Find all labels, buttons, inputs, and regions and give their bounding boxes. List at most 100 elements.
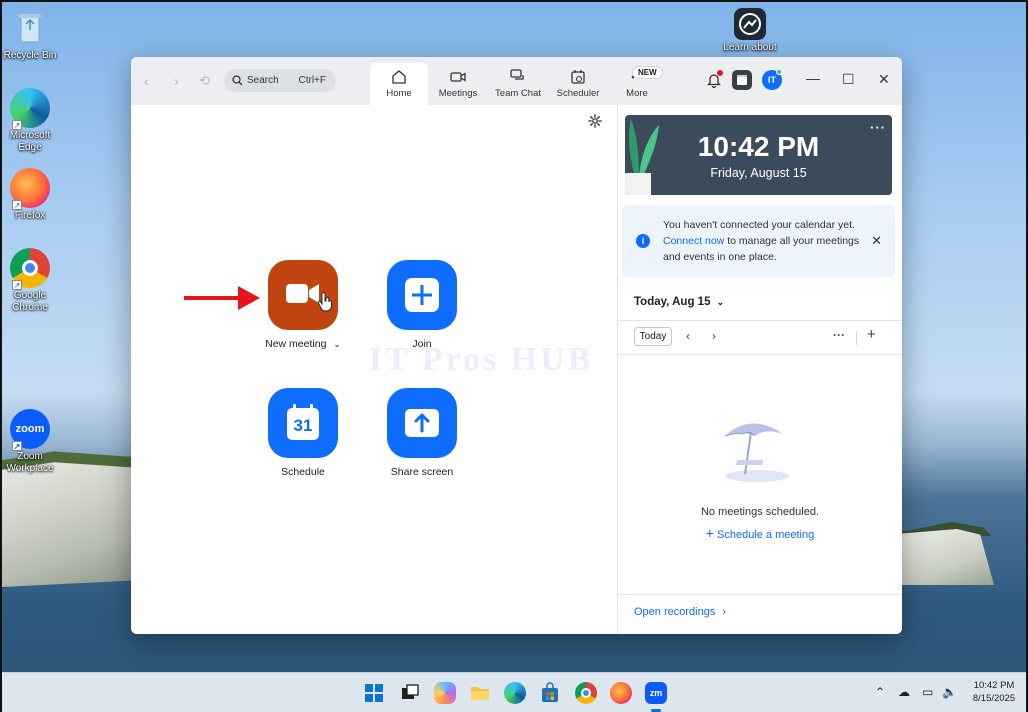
- zoom-taskbar-icon[interactable]: zm: [645, 682, 667, 704]
- chevron-down-icon[interactable]: ⌄: [333, 339, 341, 349]
- tab-label: Home: [386, 88, 412, 99]
- desktop-wallpaper-cliff: [2, 462, 132, 587]
- separator: [618, 320, 902, 321]
- open-recordings-link[interactable]: Open recordings ›: [634, 606, 726, 618]
- desktop-icon-chrome[interactable]: ↗ Google Chrome: [0, 248, 62, 314]
- tab-team-chat[interactable]: Team Chat: [490, 63, 546, 105]
- notifications-button[interactable]: [706, 70, 723, 93]
- join-label: Join: [412, 338, 432, 350]
- schedule-button[interactable]: 31: [268, 388, 338, 458]
- shortcut-arrow-icon: ↗: [12, 200, 22, 210]
- new-meeting-label-row[interactable]: New meeting ⌄: [243, 338, 363, 350]
- onedrive-offline-icon[interactable]: ☁: [898, 685, 910, 699]
- more-options-icon[interactable]: ···: [870, 120, 886, 135]
- home-icon: [392, 70, 406, 84]
- video-camera-icon: [450, 72, 466, 82]
- more-options-icon[interactable]: ···: [833, 328, 845, 342]
- schedule-meeting-link[interactable]: + Schedule a meeting: [618, 525, 902, 541]
- plus-icon: [405, 278, 439, 312]
- calendar-day-glyph: 31: [293, 416, 313, 435]
- desktop-icon-label: Recycle Bin: [3, 50, 57, 61]
- avatar[interactable]: IT: [762, 69, 782, 90]
- tab-scheduler[interactable]: Scheduler: [550, 63, 606, 105]
- close-icon[interactable]: ✕: [878, 71, 890, 88]
- today-button[interactable]: Today: [634, 327, 672, 346]
- search-box[interactable]: Search Ctrl+F: [224, 69, 336, 92]
- start-button[interactable]: [363, 682, 385, 704]
- chrome-icon[interactable]: [575, 682, 597, 704]
- beach-umbrella-illustration: [724, 423, 789, 482]
- desktop-icon-label: Google Chrome: [12, 290, 48, 313]
- maximize-icon[interactable]: ☐: [842, 71, 855, 88]
- schedule-label: Schedule: [281, 466, 325, 478]
- copilot-icon[interactable]: [434, 682, 456, 704]
- chrome-icon: ↗: [10, 248, 50, 290]
- desktop-icon-label: Microsoft Edge: [9, 130, 51, 153]
- task-view-button[interactable]: [399, 682, 421, 704]
- close-icon[interactable]: ✕: [871, 233, 882, 249]
- tab-home[interactable]: Home: [370, 63, 428, 105]
- file-explorer-icon[interactable]: [469, 682, 491, 704]
- desktop-icon-firefox[interactable]: ↗ Firefox: [0, 168, 62, 222]
- join-button[interactable]: [387, 260, 457, 330]
- tab-label: Meetings: [438, 88, 478, 99]
- plus-icon: +: [705, 525, 714, 541]
- back-arrow-icon[interactable]: ‹: [144, 73, 149, 89]
- whiteboard-button[interactable]: [732, 70, 752, 90]
- shortcut-arrow-icon: ↗: [12, 280, 22, 290]
- clock-time: 10:42 PM: [697, 131, 820, 162]
- previous-day-icon[interactable]: ‹: [686, 329, 690, 343]
- date-header-label: Today, Aug 15: [634, 296, 711, 308]
- minimize-icon[interactable]: —: [806, 70, 820, 86]
- desktop-icon-edge[interactable]: ↗ Microsoft Edge: [0, 88, 62, 154]
- new-meeting-button[interactable]: [268, 260, 338, 330]
- online-status-dot: [776, 69, 782, 75]
- shortcut-arrow-icon: ↗: [12, 120, 22, 130]
- info-icon: i: [636, 234, 650, 248]
- learn-about-icon: [734, 8, 766, 40]
- tab-label: Team Chat: [495, 88, 541, 99]
- desktop-icon-label: Zoom Workplace: [6, 451, 54, 474]
- calendar-connect-banner: i You haven't connected your calendar ye…: [622, 205, 895, 277]
- date-header[interactable]: Today, Aug 15 ⌄: [634, 296, 724, 308]
- new-meeting-label: New meeting: [265, 338, 327, 350]
- show-hidden-icons-chevron-icon[interactable]: ⌃: [875, 685, 885, 699]
- zoom-window: ‹ › ⟲ Search Ctrl+F Home Meetings Team C…: [131, 57, 902, 634]
- edge-icon[interactable]: [504, 682, 526, 704]
- zoom-app-icon: zoom ↗: [10, 409, 50, 451]
- clapperboard-icon: [737, 75, 747, 85]
- share-screen-label: Share screen: [390, 466, 454, 478]
- tab-label: More: [626, 88, 648, 99]
- volume-icon[interactable]: 🔈: [942, 685, 957, 699]
- taskbar-clock[interactable]: 10:42 PM 8/15/2025: [964, 679, 1024, 705]
- clock-date: Friday, August 15: [710, 166, 807, 180]
- titlebar: ‹ › ⟲ Search Ctrl+F Home Meetings Team C…: [131, 57, 902, 105]
- settings-gear-icon[interactable]: [588, 114, 602, 128]
- tab-label: Scheduler: [556, 88, 600, 99]
- next-day-icon[interactable]: ›: [712, 329, 716, 343]
- microsoft-store-icon[interactable]: [539, 682, 561, 704]
- firefox-icon[interactable]: [610, 682, 632, 704]
- connect-now-link[interactable]: Connect now: [663, 235, 724, 247]
- firefox-icon: ↗: [10, 168, 50, 210]
- task-view-icon: [402, 684, 419, 699]
- taskbar-time: 10:42 PM: [973, 680, 1015, 691]
- desktop-icon-learn-about[interactable]: Learn about: [718, 8, 782, 54]
- edge-icon: ↗: [10, 88, 50, 130]
- clock-card: 10:42 PM Friday, August 15 ···: [625, 115, 892, 195]
- share-screen-button[interactable]: [387, 388, 457, 458]
- calendar-sidebar: 10:42 PM Friday, August 15 ··· i You hav…: [618, 105, 902, 634]
- notification-dot: [717, 70, 723, 76]
- tab-meetings[interactable]: Meetings: [430, 63, 486, 105]
- recycle-bin-icon: [10, 8, 50, 48]
- desktop-icon-zoom[interactable]: zoom ↗ Zoom Workplace: [0, 409, 62, 475]
- separator: [856, 331, 857, 345]
- desktop-icon-recycle-bin[interactable]: Recycle Bin: [0, 8, 62, 62]
- chevron-right-icon: ›: [722, 606, 727, 618]
- search-shortcut: Ctrl+F: [298, 75, 327, 86]
- add-event-icon[interactable]: +: [867, 326, 876, 343]
- open-recordings-label: Open recordings: [634, 606, 716, 618]
- forward-arrow-icon[interactable]: ›: [174, 73, 179, 89]
- history-icon[interactable]: ⟲: [199, 73, 210, 89]
- network-icon[interactable]: ▭: [922, 685, 933, 699]
